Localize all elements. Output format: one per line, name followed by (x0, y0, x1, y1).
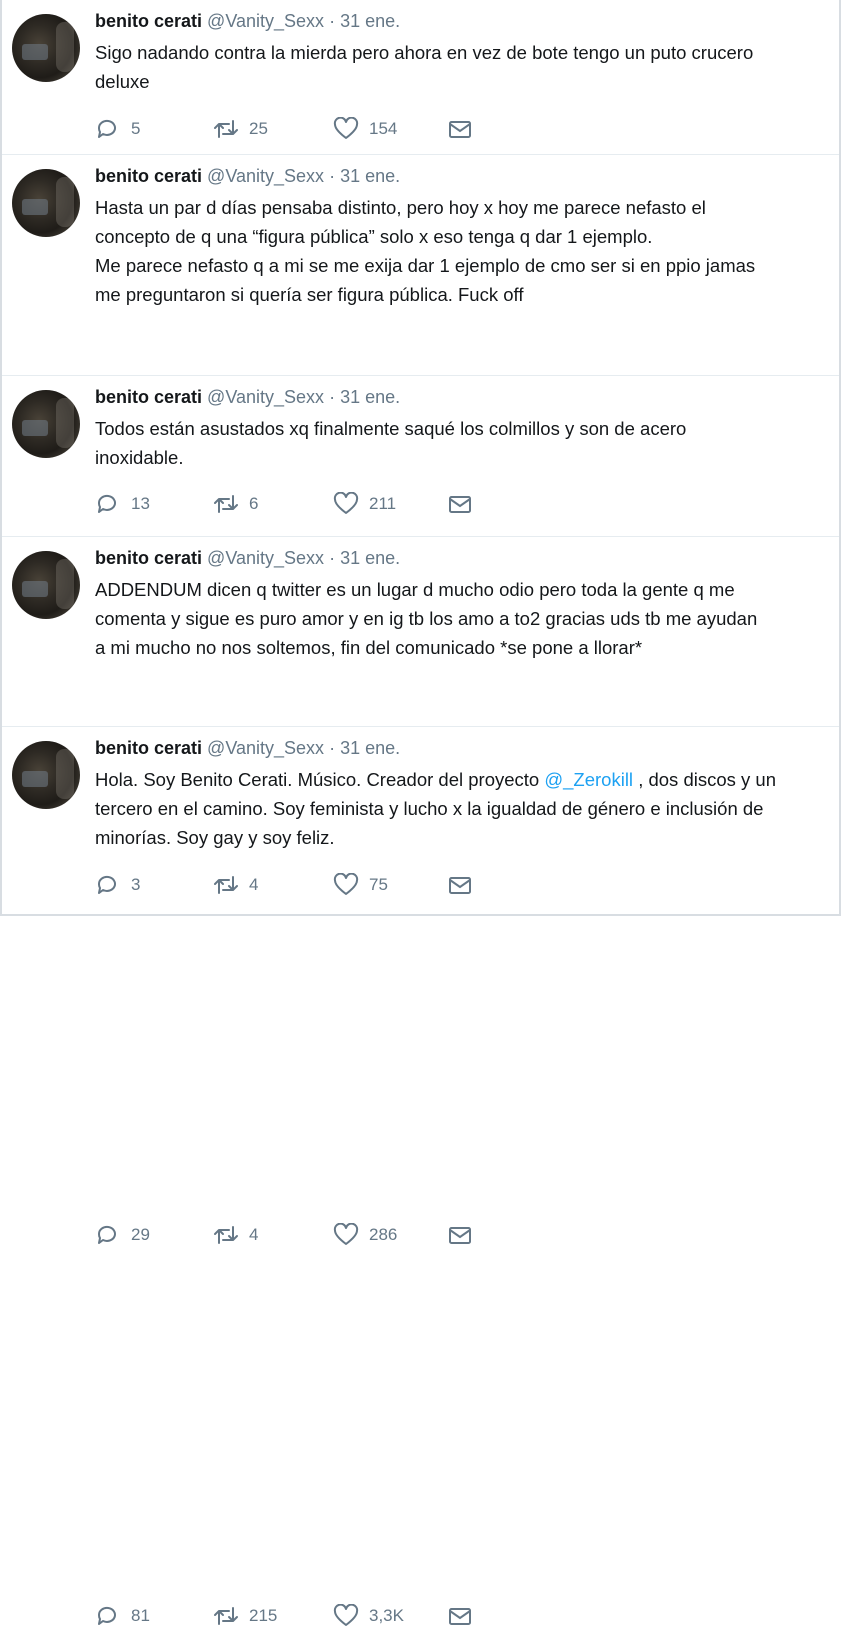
user-handle[interactable]: @Vanity_Sexx (207, 166, 324, 186)
retweet-count: 215 (249, 1606, 278, 1625)
separator-dot: · (329, 11, 336, 31)
tweet-text-segment: , dos discos y un (633, 769, 776, 790)
heart-icon (333, 1604, 359, 1626)
display-name[interactable]: benito cerati (95, 548, 202, 568)
avatar[interactable] (12, 390, 80, 458)
tweet-text-line: inoxidable. (95, 447, 184, 468)
direct-message-button[interactable] (447, 1604, 473, 1628)
user-handle[interactable]: @Vanity_Sexx (207, 11, 324, 31)
heart-icon (333, 117, 359, 139)
retweet-count: 25 (249, 119, 268, 138)
tweet-text-line: concepto de q una “figura pública” solo … (95, 226, 653, 247)
tweet[interactable]: benito cerati @Vanity_Sexx · 31 ene. Has… (2, 155, 839, 514)
tweet-text-line: a mi mucho no nos soltemos, fin del comu… (95, 637, 643, 658)
retweet-icon (214, 120, 238, 138)
tweet-text: ADDENDUM dicen q twitter es un lugar d m… (95, 575, 829, 662)
reply-icon (97, 119, 116, 138)
tweet-feed: benito cerati @Vanity_Sexx · 31 ene. Sig… (0, 0, 841, 1626)
like-button[interactable]: 154 (333, 117, 397, 141)
tweet[interactable]: benito cerati @Vanity_Sexx · 31 ene. Hol… (2, 727, 839, 1626)
direct-message-button[interactable] (447, 117, 473, 141)
tweet-date[interactable]: 31 ene. (340, 166, 400, 186)
avatar[interactable] (12, 14, 80, 82)
retweet-icon (214, 1226, 238, 1244)
tweet-text-line: minorías. Soy gay y soy feliz. (95, 827, 335, 848)
tweet-text-line: Hasta un par d días pensaba distinto, pe… (95, 197, 706, 218)
tweet-text-line: Hola. Soy Benito Cerati. Músico. Creador… (95, 765, 829, 794)
retweet-button[interactable]: 25 (213, 117, 268, 141)
separator-dot: · (329, 387, 336, 407)
tweet-text-line: comenta y sigue es puro amor y en ig tb … (95, 608, 758, 629)
tweet-header: benito cerati @Vanity_Sexx · 31 ene. (95, 386, 829, 408)
avatar[interactable] (12, 169, 80, 237)
tweet-text-line: Me parece nefasto q a mi se me exija dar… (95, 255, 756, 276)
user-handle[interactable]: @Vanity_Sexx (207, 387, 324, 407)
separator-dot: · (329, 738, 336, 758)
display-name[interactable]: benito cerati (95, 11, 202, 31)
reply-count: 81 (131, 1606, 150, 1625)
reply-button[interactable]: 5 (95, 117, 140, 141)
tweet-content: benito cerati @Vanity_Sexx · 31 ene. Hol… (95, 737, 829, 852)
tweet-text: Todos están asustados xq finalmente saqu… (95, 414, 829, 472)
tweet[interactable]: benito cerati @Vanity_Sexx · 31 ene. Sig… (2, 0, 839, 155)
display-name[interactable]: benito cerati (95, 166, 202, 186)
user-handle[interactable]: @Vanity_Sexx (207, 738, 324, 758)
envelope-icon (449, 121, 471, 138)
tweet-text: Sigo nadando contra la mierda pero ahora… (95, 38, 829, 96)
reply-icon (97, 1225, 116, 1244)
tweet-text: Hasta un par d días pensaba distinto, pe… (95, 193, 829, 309)
mention-link[interactable]: @_Zerokill (544, 769, 633, 790)
direct-message-button[interactable] (447, 1223, 473, 1247)
tweet-text-line: Todos están asustados xq finalmente saqu… (95, 418, 687, 439)
tweet-content: benito cerati @Vanity_Sexx · 31 ene. Sig… (95, 10, 829, 96)
avatar[interactable] (12, 741, 80, 809)
heart-icon (333, 1223, 359, 1245)
user-handle[interactable]: @Vanity_Sexx (207, 548, 324, 568)
like-button[interactable]: 3,3K (333, 1604, 404, 1628)
tweet-header: benito cerati @Vanity_Sexx · 31 ene. (95, 10, 829, 32)
separator-dot: · (329, 166, 336, 186)
like-count: 154 (369, 119, 398, 138)
tweet-content: benito cerati @Vanity_Sexx · 31 ene. ADD… (95, 547, 829, 662)
retweet-icon (214, 1607, 238, 1625)
reply-count: 29 (131, 1225, 150, 1244)
envelope-icon (449, 1608, 471, 1625)
reply-button[interactable]: 81 (95, 1604, 150, 1628)
retweet-count: 4 (249, 1225, 259, 1244)
tweet-header: benito cerati @Vanity_Sexx · 31 ene. (95, 547, 829, 569)
separator-dot: · (329, 548, 336, 568)
like-count: 286 (369, 1225, 398, 1244)
tweet-text: Hola. Soy Benito Cerati. Músico. Creador… (95, 765, 829, 852)
tweet-header: benito cerati @Vanity_Sexx · 31 ene. (95, 737, 829, 759)
display-name[interactable]: benito cerati (95, 738, 202, 758)
like-button[interactable]: 286 (333, 1223, 397, 1247)
tweet-text-segment: Hola. Soy Benito Cerati. Músico. Creador… (95, 769, 545, 790)
reply-icon (97, 1606, 116, 1625)
tweet-text-line: me preguntaron si quería ser figura públ… (95, 284, 524, 305)
tweet-date[interactable]: 31 ene. (340, 738, 400, 758)
tweet-date[interactable]: 31 ene. (340, 11, 400, 31)
tweet-text-line: tercero en el camino. Soy feminista y lu… (95, 798, 764, 819)
tweet-content: benito cerati @Vanity_Sexx · 31 ene. Has… (95, 165, 829, 309)
avatar[interactable] (12, 551, 80, 619)
tweet-text-line: Sigo nadando contra la mierda pero ahora… (95, 42, 754, 63)
tweet[interactable]: benito cerati @Vanity_Sexx · 31 ene. ADD… (2, 537, 839, 1245)
tweet-text-line: deluxe (95, 71, 150, 92)
tweet-header: benito cerati @Vanity_Sexx · 31 ene. (95, 165, 829, 187)
retweet-button[interactable]: 215 (213, 1604, 277, 1628)
tweet-date[interactable]: 31 ene. (340, 548, 400, 568)
display-name[interactable]: benito cerati (95, 387, 202, 407)
retweet-button[interactable]: 4 (213, 1223, 258, 1247)
tweet-text-line: ADDENDUM dicen q twitter es un lugar d m… (95, 579, 735, 600)
tweet-content: benito cerati @Vanity_Sexx · 31 ene. Tod… (95, 386, 829, 472)
envelope-icon (449, 1227, 471, 1244)
reply-button[interactable]: 29 (95, 1223, 150, 1247)
tweet-date[interactable]: 31 ene. (340, 387, 400, 407)
tweet[interactable]: benito cerati @Vanity_Sexx · 31 ene. Tod… (2, 376, 839, 895)
reply-count: 5 (131, 119, 141, 138)
like-count: 3,3K (369, 1606, 404, 1625)
